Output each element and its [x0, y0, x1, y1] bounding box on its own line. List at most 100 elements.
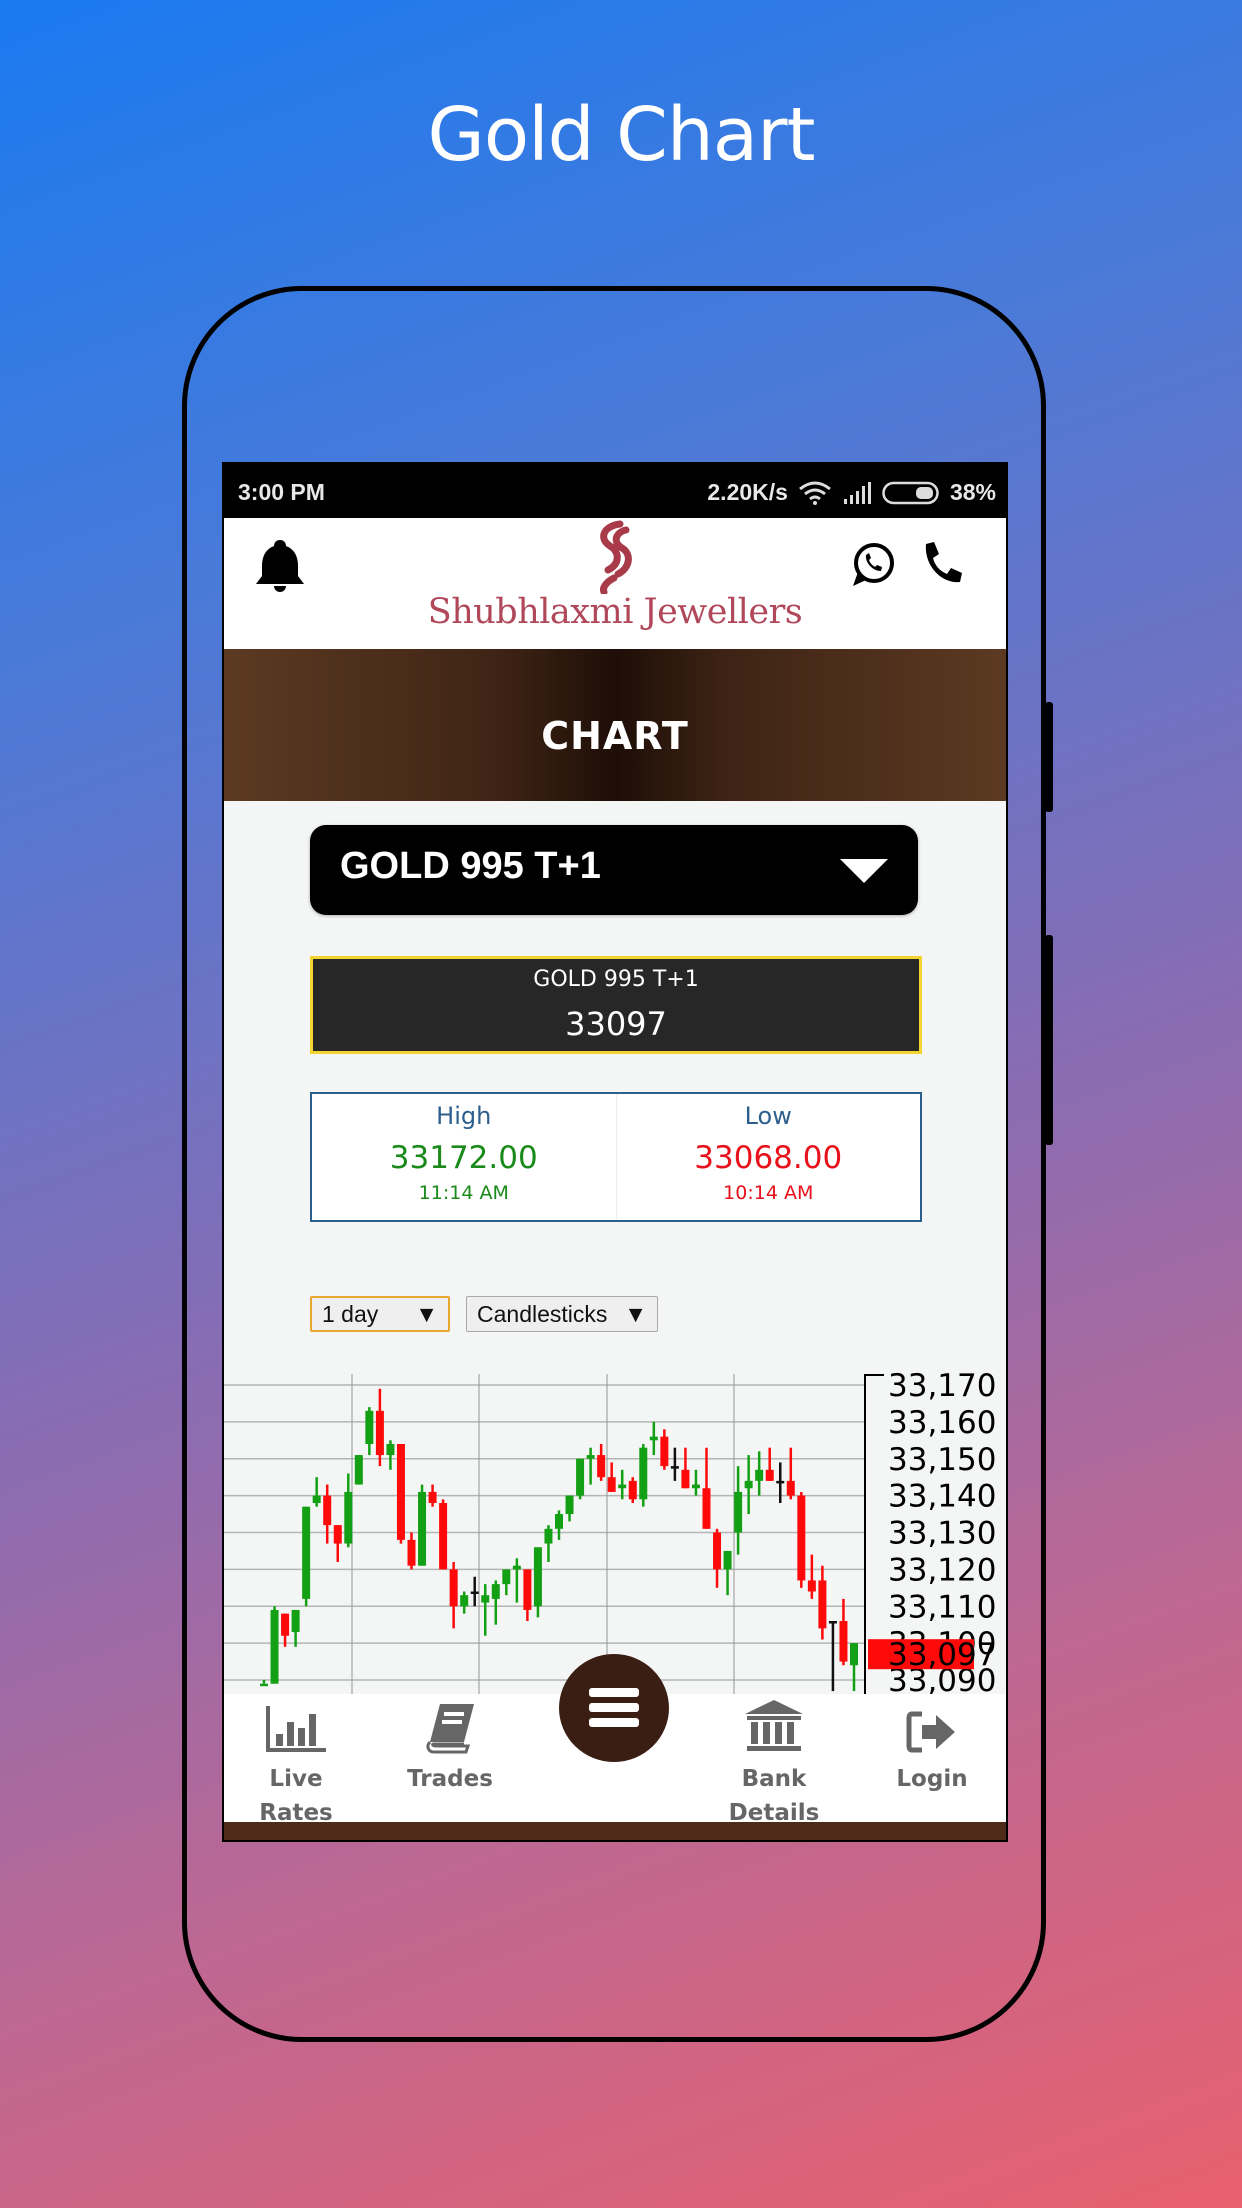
candle-body [839, 1621, 848, 1662]
login-icon [906, 1711, 955, 1753]
candle-body [281, 1613, 290, 1636]
candle-body [491, 1584, 500, 1599]
signal-icon [843, 481, 871, 504]
app-screen: 3:00 PM 2.20K/s 38% Shubhlaxmi Jewellers… [222, 462, 1008, 1842]
high-cell: High 33172.00 11:14 AM [312, 1094, 616, 1220]
candle-body [460, 1595, 469, 1607]
candle-body [649, 1436, 658, 1441]
phone-side-button [1045, 702, 1053, 812]
notifications-button[interactable] [254, 538, 306, 599]
current-price-label: 33,097 [888, 1637, 996, 1673]
high-low-box: High 33172.00 11:14 AM Low 33068.00 10:1… [310, 1092, 922, 1222]
high-time: 11:14 AM [418, 1182, 509, 1204]
chevron-down-icon [840, 859, 888, 883]
dropdown-arrow-icon: ▼ [415, 1300, 438, 1327]
candle-body [407, 1539, 416, 1566]
candle-body [776, 1480, 785, 1484]
candle-body [344, 1491, 353, 1544]
brand-name: Shubhlaxmi Jewellers [427, 592, 803, 632]
candle-body [597, 1455, 606, 1478]
candle-body [691, 1484, 700, 1489]
candle-body [375, 1410, 384, 1456]
y-tick-label: 33,150 [888, 1442, 996, 1478]
candle-body [502, 1569, 511, 1585]
candle-body [323, 1495, 332, 1526]
candle-body [723, 1550, 732, 1570]
candle-body [439, 1503, 448, 1570]
chart-svg: 33,17033,16033,15033,14033,13033,12033,1… [224, 1368, 996, 1699]
wifi-icon [799, 481, 831, 505]
whatsapp-icon [853, 543, 894, 586]
commodity-select[interactable]: GOLD 995 T+1 [310, 825, 918, 915]
candle-body [734, 1491, 743, 1533]
nav-live-rates[interactable]: Live Rates [230, 1694, 362, 1830]
bar-chart-icon [266, 1706, 326, 1752]
chart-type-select-value: Candlesticks [477, 1300, 608, 1327]
page-title: CHART [541, 714, 689, 758]
y-tick-label: 33,170 [888, 1368, 996, 1404]
candle-body [818, 1580, 827, 1629]
range-select-value: 1 day [322, 1300, 379, 1327]
candle-body [260, 1683, 268, 1687]
nav-label: Bank Details [704, 1762, 844, 1830]
candle-body [807, 1580, 816, 1592]
low-value: 33068.00 [694, 1140, 843, 1176]
footer-bar [224, 1822, 1006, 1840]
status-time: 3:00 PM [238, 479, 325, 505]
chart-type-select[interactable]: Candlesticks ▼ [466, 1296, 658, 1332]
candle-body [797, 1495, 806, 1581]
nav-label: Trades [407, 1766, 493, 1792]
ss-monogram-logo [600, 520, 632, 594]
range-select[interactable]: 1 day ▼ [310, 1296, 450, 1332]
candle-body [365, 1410, 374, 1444]
y-tick-label: 33,130 [888, 1516, 996, 1552]
candlestick-chart[interactable]: 33,170 33,160 33,150 33,140 33,130 33,120 33,1… [224, 1364, 1006, 1699]
phone-icon [925, 542, 962, 583]
candle-body [291, 1609, 300, 1633]
dropdown-arrow-icon: ▼ [624, 1300, 647, 1327]
candle-body [576, 1458, 585, 1496]
candle-body [765, 1469, 774, 1481]
low-label: Low [744, 1102, 792, 1130]
candle-body [333, 1525, 342, 1544]
candle-body [670, 1466, 679, 1469]
battery-icon [882, 481, 939, 504]
promo-title: Gold Chart [427, 92, 815, 178]
nav-label: Live Rates [259, 1766, 333, 1826]
candle-body [628, 1480, 637, 1500]
candle-body [555, 1514, 563, 1529]
y-tick-label: 33,160 [888, 1405, 996, 1441]
candle-body [786, 1480, 795, 1496]
menu-button[interactable] [559, 1654, 669, 1762]
whatsapp-button[interactable] [850, 542, 896, 593]
price-value: 33097 [565, 1005, 667, 1043]
phone-side-button [1045, 935, 1053, 1145]
candle-body [618, 1484, 627, 1489]
candle-body [396, 1444, 405, 1540]
candle-body [639, 1447, 648, 1500]
nav-label-line: Bank [741, 1766, 807, 1792]
high-value: 33172.00 [389, 1140, 538, 1176]
nav-login[interactable]: Login [872, 1694, 992, 1796]
live-price-box: GOLD 995 T+1 33097 [310, 956, 922, 1054]
y-tick-label: 33,110 [888, 1589, 996, 1625]
candle-body [418, 1491, 427, 1566]
candle-body [660, 1436, 669, 1467]
candle-body [607, 1477, 616, 1492]
candle-body [270, 1609, 279, 1684]
candle-body [713, 1532, 722, 1570]
nav-bank-details[interactable]: Bank Details [704, 1694, 844, 1830]
candle-body [312, 1495, 321, 1503]
candle-body [449, 1569, 458, 1607]
candle-body [354, 1455, 363, 1485]
high-label: High [436, 1102, 492, 1130]
call-button[interactable] [920, 540, 964, 591]
nav-label: Login [896, 1766, 968, 1792]
commodity-select-value: GOLD 995 T+1 [340, 845, 601, 887]
nav-trades[interactable]: Trades [388, 1694, 512, 1796]
candle-body [744, 1480, 753, 1489]
candle-body [512, 1565, 521, 1570]
candle-body [481, 1595, 490, 1603]
candle-body [533, 1547, 542, 1607]
price-commodity-name: GOLD 995 T+1 [533, 967, 699, 992]
